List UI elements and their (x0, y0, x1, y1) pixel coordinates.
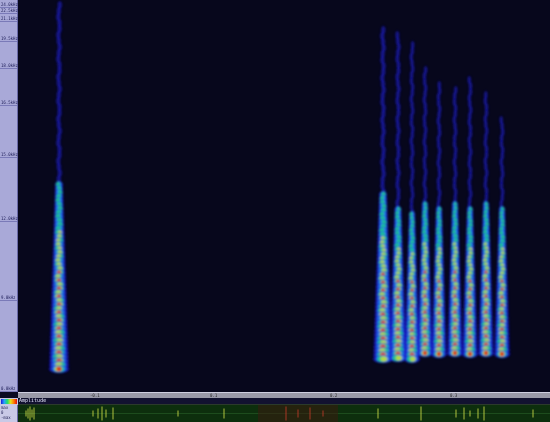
freq-tick-label: 16.5kHz (0, 100, 18, 106)
spectral-energy-blob (452, 350, 458, 356)
spectrogram-view[interactable] (18, 0, 550, 392)
spectrogram-window: 24.0kHz 22.5kHz 21.1kHz 19.5kHz 18.0kHz … (0, 0, 550, 422)
spectral-energy-blob (467, 351, 473, 357)
freq-tick-label: 9.0kHz (0, 295, 18, 301)
spectral-energy-blob (380, 356, 388, 362)
waveform-view[interactable] (18, 405, 550, 422)
freq-tick-label: 21.1kHz (0, 16, 18, 22)
freq-tick-label: 15.0kHz (0, 152, 18, 158)
freq-tick-label: 12.0kHz (0, 216, 18, 222)
spectral-energy-blob (56, 366, 62, 372)
amplitude-title: Amplitude (19, 398, 47, 404)
freq-tick-label: 22.5kHz (0, 8, 18, 14)
freq-tick-label: 18.0kHz (0, 63, 18, 69)
spectrogram-plot (49, 1, 510, 373)
waveform-plot (18, 405, 550, 422)
amplitude-header: Amplitude (18, 398, 550, 405)
amplitude-scale-label: -max (1, 415, 11, 420)
amplitude-scale: max 0 -max (0, 405, 18, 422)
spectral-energy-blob (436, 351, 442, 357)
frequency-ruler: 24.0kHz 22.5kHz 21.1kHz 19.5kHz 18.0kHz … (0, 0, 18, 392)
freq-tick-label: 19.5kHz (0, 36, 18, 42)
spectral-energy-blob (395, 355, 403, 361)
amplitude-panel: max 0 -max Amplitude (0, 398, 550, 422)
spectral-energy-blob (483, 350, 489, 356)
spectral-energy-blob (410, 356, 416, 362)
freq-tick-label: 0.0kHz (0, 386, 18, 392)
spectral-energy-blob (499, 351, 505, 357)
color-palette-icon[interactable] (0, 398, 18, 405)
freq-tick-label: 24.0kHz (0, 2, 18, 8)
spectral-energy-blob (422, 350, 428, 356)
